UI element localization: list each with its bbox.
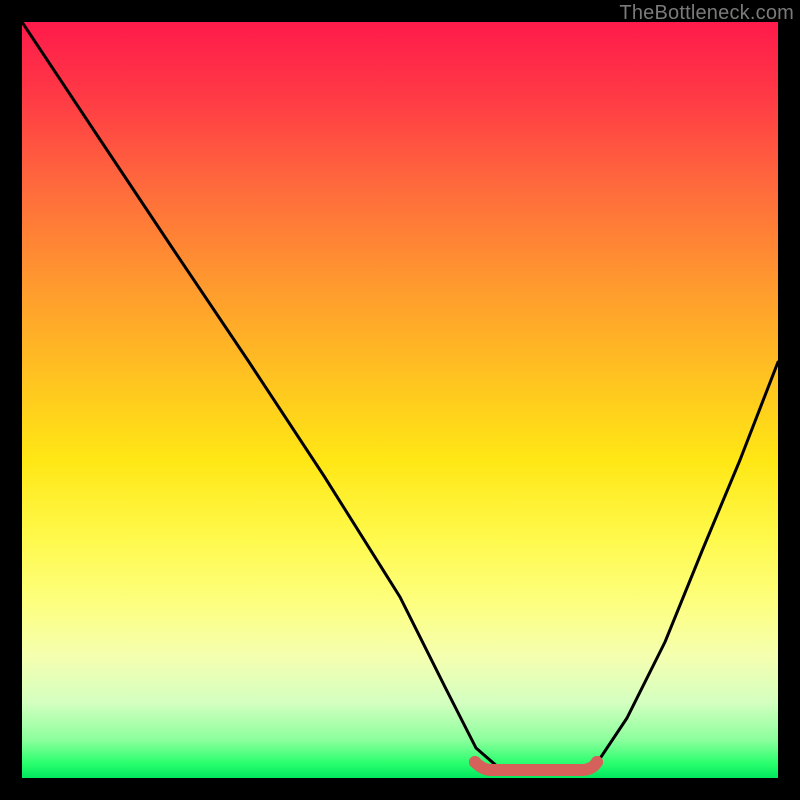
gradient-plot-area: [22, 22, 778, 778]
optimal-zone-dot-right: [591, 756, 603, 768]
optimal-zone-dot-left: [469, 756, 481, 768]
watermark-text: TheBottleneck.com: [619, 2, 794, 25]
bottleneck-curve-path: [22, 22, 778, 774]
chart-frame: TheBottleneck.com: [0, 0, 800, 800]
curve-svg: [22, 22, 778, 778]
